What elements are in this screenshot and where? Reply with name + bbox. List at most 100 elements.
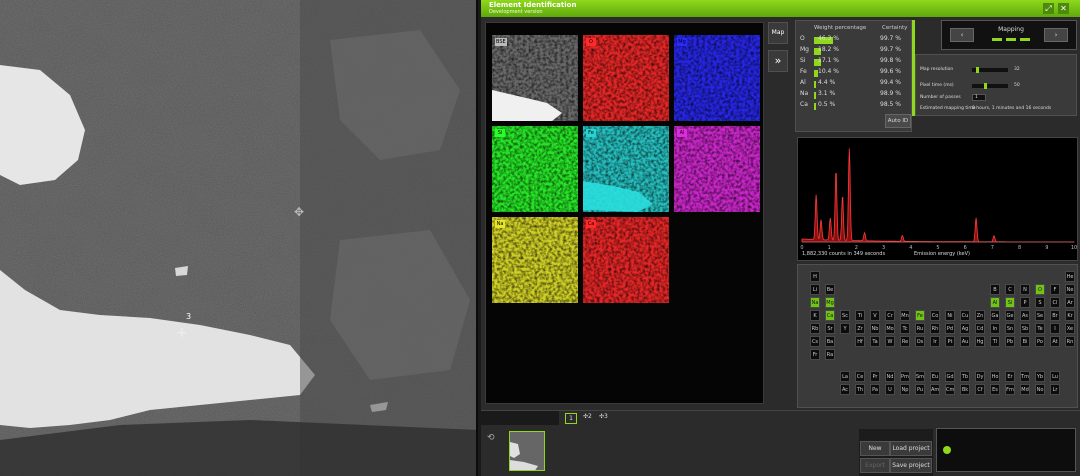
element-tl[interactable]: Tl	[990, 336, 1000, 347]
element-at[interactable]: At	[1050, 336, 1060, 347]
element-w[interactable]: W	[885, 336, 895, 347]
tab-1[interactable]: 1	[565, 413, 577, 424]
element-ag[interactable]: Ag	[960, 323, 970, 334]
element-kr[interactable]: Kr	[1065, 310, 1075, 321]
element-map-tile[interactable]: Al	[674, 126, 760, 212]
auto-id-button[interactable]: Auto ID	[885, 114, 911, 128]
element-pu[interactable]: Pu	[915, 384, 925, 395]
element-ge[interactable]: Ge	[1005, 310, 1015, 321]
element-lr[interactable]: Lr	[1050, 384, 1060, 395]
element-tb[interactable]: Tb	[960, 371, 970, 382]
element-c[interactable]: C	[1005, 284, 1015, 295]
element-ir[interactable]: Ir	[930, 336, 940, 347]
element-he[interactable]: He	[1065, 271, 1075, 282]
element-hf[interactable]: Hf	[855, 336, 865, 347]
element-pr[interactable]: Pr	[870, 371, 880, 382]
element-la[interactable]: La	[840, 371, 850, 382]
element-p[interactable]: P	[1020, 297, 1030, 308]
element-br[interactable]: Br	[1050, 310, 1060, 321]
element-li[interactable]: Li	[810, 284, 820, 295]
element-si[interactable]: Si	[1005, 297, 1015, 308]
element-ca[interactable]: Ca	[825, 310, 835, 321]
element-cu[interactable]: Cu	[960, 310, 970, 321]
element-yb[interactable]: Yb	[1035, 371, 1045, 382]
new-project-button[interactable]: New	[860, 441, 890, 456]
passes-field[interactable]: 1	[972, 94, 986, 101]
element-rh[interactable]: Rh	[930, 323, 940, 334]
element-tc[interactable]: Tc	[900, 323, 910, 334]
mapping-next-button[interactable]: ›	[1044, 28, 1068, 42]
element-i[interactable]: I	[1050, 323, 1060, 334]
element-cr[interactable]: Cr	[885, 310, 895, 321]
element-pa[interactable]: Pa	[870, 384, 880, 395]
element-cs[interactable]: Cs	[810, 336, 820, 347]
tab-2[interactable]: ✣2	[583, 413, 592, 420]
element-te[interactable]: Te	[1035, 323, 1045, 334]
pin-icon[interactable]: ⤢	[1043, 3, 1054, 14]
element-be[interactable]: Be	[825, 284, 835, 295]
element-map-tile[interactable]: O	[583, 35, 669, 121]
element-lu[interactable]: Lu	[1050, 371, 1060, 382]
element-se[interactable]: Se	[1035, 310, 1045, 321]
element-eu[interactable]: Eu	[930, 371, 940, 382]
map-resolution-slider[interactable]	[972, 67, 1008, 73]
element-ni[interactable]: Ni	[945, 310, 955, 321]
element-nb[interactable]: Nb	[870, 323, 880, 334]
element-b[interactable]: B	[990, 284, 1000, 295]
element-map-tile[interactable]: Mg	[674, 35, 760, 121]
mapping-prev-button[interactable]: ‹	[950, 28, 974, 42]
element-rn[interactable]: Rn	[1065, 336, 1075, 347]
element-th[interactable]: Th	[855, 384, 865, 395]
element-pm[interactable]: Pm	[900, 371, 910, 382]
forward-button[interactable]: »	[768, 50, 788, 72]
save-project-button[interactable]: Save project	[890, 458, 932, 473]
element-xe[interactable]: Xe	[1065, 323, 1075, 334]
element-cd[interactable]: Cd	[975, 323, 985, 334]
element-mn[interactable]: Mn	[900, 310, 910, 321]
element-pt[interactable]: Pt	[945, 336, 955, 347]
project-thumbnail[interactable]	[509, 431, 545, 471]
element-sc[interactable]: Sc	[840, 310, 850, 321]
element-pd[interactable]: Pd	[945, 323, 955, 334]
element-h[interactable]: H	[810, 271, 820, 282]
element-s[interactable]: S	[1035, 297, 1045, 308]
sem-image[interactable]: + 3 ✥	[0, 0, 478, 476]
element-f[interactable]: F	[1050, 284, 1060, 295]
element-mg[interactable]: Mg	[825, 297, 835, 308]
element-map-tile[interactable]: Si	[492, 126, 578, 212]
element-ru[interactable]: Ru	[915, 323, 925, 334]
element-dy[interactable]: Dy	[975, 371, 985, 382]
element-md[interactable]: Md	[1020, 384, 1030, 395]
element-n[interactable]: N	[1020, 284, 1030, 295]
element-k[interactable]: K	[810, 310, 820, 321]
element-ne[interactable]: Ne	[1065, 284, 1075, 295]
element-gd[interactable]: Gd	[945, 371, 955, 382]
element-bi[interactable]: Bi	[1020, 336, 1030, 347]
element-map-tile[interactable]: Na	[492, 217, 578, 303]
element-zn[interactable]: Zn	[975, 310, 985, 321]
element-sm[interactable]: Sm	[915, 371, 925, 382]
element-ra[interactable]: Ra	[825, 349, 835, 360]
element-ta[interactable]: Ta	[870, 336, 880, 347]
element-ti[interactable]: Ti	[855, 310, 865, 321]
element-map-tile[interactable]: BSE	[492, 35, 578, 121]
element-ba[interactable]: Ba	[825, 336, 835, 347]
element-ho[interactable]: Ho	[990, 371, 1000, 382]
element-cf[interactable]: Cf	[975, 384, 985, 395]
element-fm[interactable]: Fm	[1005, 384, 1015, 395]
element-fr[interactable]: Fr	[810, 349, 820, 360]
element-nd[interactable]: Nd	[885, 371, 895, 382]
element-v[interactable]: V	[870, 310, 880, 321]
element-fe[interactable]: Fe	[915, 310, 925, 321]
element-bk[interactable]: Bk	[960, 384, 970, 395]
element-tm[interactable]: Tm	[1020, 371, 1030, 382]
element-ac[interactable]: Ac	[840, 384, 850, 395]
element-sr[interactable]: Sr	[825, 323, 835, 334]
pixel-time-slider[interactable]	[972, 83, 1008, 89]
element-cl[interactable]: Cl	[1050, 297, 1060, 308]
element-al[interactable]: Al	[990, 297, 1000, 308]
export-button[interactable]: Export	[860, 458, 890, 473]
element-mo[interactable]: Mo	[885, 323, 895, 334]
element-map-tile[interactable]: Ca	[583, 217, 669, 303]
element-o[interactable]: O	[1035, 284, 1045, 295]
